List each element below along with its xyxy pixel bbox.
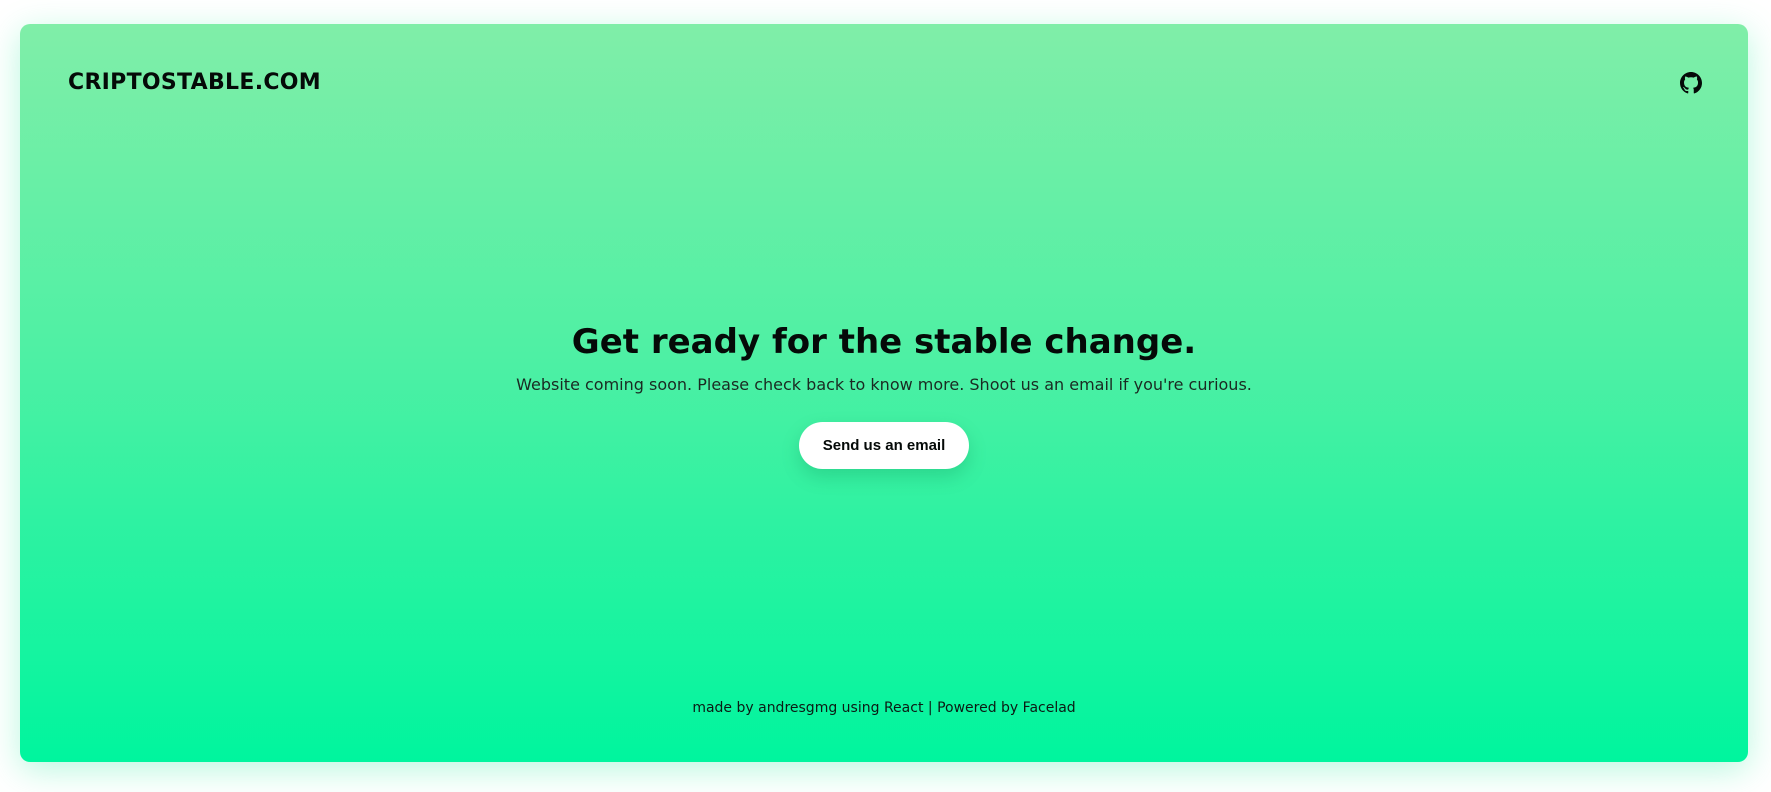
- hero-subtitle: Website coming soon. Please check back t…: [516, 375, 1252, 394]
- hero-section: Get ready for the stable change. Website…: [20, 320, 1748, 469]
- footer-made-by: made by: [692, 700, 754, 716]
- footer-powered-by: Powered by: [937, 700, 1019, 716]
- send-email-button[interactable]: Send us an email: [798, 422, 970, 469]
- brand-logo-link[interactable]: CRIPTOSTABLE.COM: [68, 70, 321, 95]
- page-card: CRIPTOSTABLE.COM Get ready for the stabl…: [20, 24, 1748, 762]
- footer-separator: |: [927, 700, 933, 716]
- footer-tech-link[interactable]: React: [884, 700, 923, 716]
- github-link[interactable]: [1680, 72, 1702, 94]
- footer: made by andresgmg using React | Powered …: [20, 700, 1748, 716]
- footer-using: using: [841, 700, 880, 716]
- hero-title: Get ready for the stable change.: [571, 322, 1197, 362]
- github-icon: [1680, 72, 1702, 94]
- footer-author-link[interactable]: andresgmg: [758, 700, 837, 716]
- footer-powered-link[interactable]: Facelad: [1023, 700, 1076, 716]
